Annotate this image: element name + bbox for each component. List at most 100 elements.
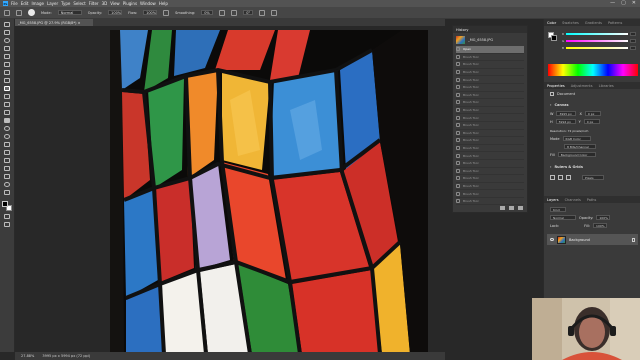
angle-field[interactable]: 0° [243,10,254,15]
blue-slider[interactable]: B [562,46,636,50]
more-tools-icon[interactable] [4,190,10,195]
canvas-area[interactable] [15,26,445,354]
ruler-units-select[interactable]: Pixels [582,175,604,180]
red-slider[interactable]: R [562,32,636,36]
eraser-tool-icon[interactable] [4,110,10,115]
history-item[interactable]: Brush Tool [456,99,524,107]
tab-paths[interactable]: Paths [587,198,597,202]
history-item[interactable]: Brush Tool [456,76,524,84]
menu-3d[interactable]: 3D [102,1,108,6]
mode-select[interactable]: Normal [57,10,82,15]
menu-select[interactable]: Select [73,1,85,6]
brush-tool-icon[interactable] [16,9,22,16]
blend-mode-select[interactable]: Normal [550,215,576,220]
menu-plugins[interactable]: Plugins [123,1,137,6]
gradient-tool-icon[interactable] [4,118,10,123]
history-snapshot[interactable]: _MG_6558.JPG [456,36,524,44]
eyedropper-tool-icon[interactable] [4,70,10,75]
color-swatches[interactable] [2,201,12,211]
camera-snapshot-icon[interactable] [509,206,514,210]
frame-tool-icon[interactable] [4,62,10,67]
opacity-field[interactable]: 100% [108,10,123,15]
history-item[interactable]: Brush Tool [456,130,524,138]
screen-mode-icon[interactable] [4,222,10,227]
pen-tool-icon[interactable] [4,142,10,147]
tab-libraries[interactable]: Libraries [599,84,614,88]
history-item[interactable]: Brush Tool [456,160,524,168]
history-item[interactable]: Brush Tool [456,114,524,122]
new-document-icon[interactable] [500,206,505,210]
tab-color[interactable]: Color [547,21,556,25]
dodge-tool-icon[interactable] [4,134,10,139]
history-item[interactable]: Open [456,46,524,54]
ruler-icon[interactable] [550,175,555,180]
history-tab[interactable]: History [456,28,468,32]
menu-view[interactable]: View [110,1,120,6]
color-fg-bg-icon[interactable] [548,32,557,41]
menu-help[interactable]: Help [159,1,168,6]
history-item[interactable]: Brush Tool [456,61,524,69]
history-item[interactable]: Brush Tool [456,183,524,191]
menu-image[interactable]: Image [31,1,44,6]
lasso-tool-icon[interactable] [4,38,10,43]
path-selection-tool-icon[interactable] [4,158,10,163]
canvas-fill-select[interactable]: Background Color [557,152,596,157]
trash-icon[interactable] [518,206,523,210]
quick-selection-tool-icon[interactable] [4,46,10,51]
healing-brush-tool-icon[interactable] [4,78,10,83]
document-tab[interactable]: _MG_6558.JPG @ 27.9% (RGB/8*) × [15,19,93,26]
bit-depth-select[interactable]: 8 Bits/Channel [564,144,596,149]
menu-edit[interactable]: Edit [21,1,29,6]
type-tool-icon[interactable] [4,150,10,155]
history-item[interactable]: Brush Tool [456,190,524,198]
layer-kind-filter[interactable]: Kind [550,207,566,212]
tab-patterns[interactable]: Patterns [608,21,622,25]
rulers-section-title[interactable]: › Rulers & Grids [550,165,583,169]
tab-layers[interactable]: Layers [547,198,559,202]
maximize-button[interactable]: ▢ [621,1,626,6]
tab-properties[interactable]: Properties [547,84,565,88]
history-item[interactable]: Brush Tool [456,137,524,145]
history-item[interactable]: Brush Tool [456,152,524,160]
history-item[interactable]: Brush Tool [456,84,524,92]
layer-fill-field[interactable]: 100% [593,223,608,228]
brush-tool-icon[interactable] [4,86,10,91]
airbrush-icon[interactable] [163,9,170,16]
history-item[interactable]: Brush Tool [456,107,524,115]
tab-swatches[interactable]: Swatches [562,21,579,25]
tab-gradients[interactable]: Gradients [585,21,602,25]
green-slider[interactable]: G [562,39,636,43]
history-item[interactable]: Brush Tool [456,168,524,176]
smoothing-field[interactable]: 0% [201,10,214,15]
minimize-button[interactable]: — [610,1,615,6]
x-field[interactable]: 0 px [584,111,601,116]
pressure-size-icon[interactable] [259,9,266,16]
menu-filter[interactable]: Filter [89,1,99,6]
settings-gear-icon[interactable] [219,9,226,16]
move-tool-icon[interactable] [4,22,10,27]
brush-preset-picker[interactable] [28,9,35,16]
home-icon[interactable] [4,9,10,16]
blur-tool-icon[interactable] [4,126,10,131]
close-button[interactable]: ✕ [632,1,636,6]
guides-icon[interactable] [566,175,571,180]
width-field[interactable]: 3995 px [556,111,577,116]
history-item[interactable]: Brush Tool [456,145,524,153]
layer-opacity-field[interactable]: 100% [596,215,611,220]
layer-row-background[interactable]: Background [547,234,638,245]
history-item[interactable]: Brush Tool [456,69,524,77]
quick-mask-icon[interactable] [4,214,10,219]
crop-tool-icon[interactable] [4,54,10,59]
symmetry-icon[interactable] [271,9,278,16]
history-item[interactable]: Brush Tool [456,92,524,100]
tab-adjustments[interactable]: Adjustments [571,84,593,88]
color-spectrum[interactable] [548,64,638,76]
grid-icon[interactable] [558,175,563,180]
stained-glass-photo[interactable] [110,30,428,354]
menu-layer[interactable]: Layer [47,1,58,6]
marquee-tool-icon[interactable] [4,30,10,35]
history-item[interactable]: Brush Tool [456,198,524,206]
flow-field[interactable]: 100% [143,10,158,15]
color-mode-select[interactable]: RGB Color [562,136,591,141]
zoom-level[interactable]: 27.88% [21,354,34,358]
